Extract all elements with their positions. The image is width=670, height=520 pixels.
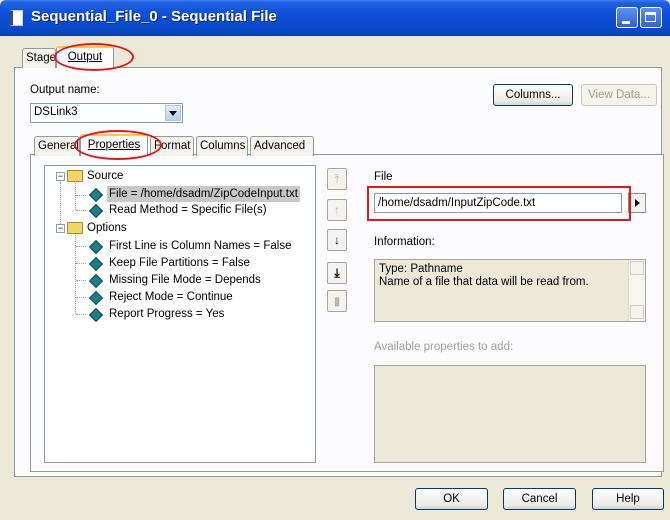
arrow-down-icon: ↓ <box>334 233 340 247</box>
information-box: Type: Pathname Name of a file that data … <box>374 259 646 322</box>
scroll-up-icon[interactable] <box>630 261 644 275</box>
output-name-value: DSLink3 <box>34 106 78 118</box>
tree-item-read-method[interactable]: Read Method = Specific File(s) <box>45 202 315 219</box>
move-top-button[interactable]: ⤒ <box>327 168 347 190</box>
property-icon <box>88 239 104 255</box>
property-icon <box>88 187 104 203</box>
annotation-circle-output-tab <box>54 43 134 71</box>
available-properties-label: Available properties to add: <box>374 341 514 353</box>
folder-icon <box>67 170 83 182</box>
property-icon <box>88 273 104 289</box>
remove-icon: ▮ <box>333 294 341 308</box>
cancel-button[interactable]: Cancel <box>503 488 576 510</box>
tab-columns[interactable]: Columns <box>196 136 248 156</box>
tree-item-report-progress[interactable]: Report Progress = Yes <box>45 306 315 323</box>
remove-property-button[interactable]: ▮ <box>327 290 347 312</box>
output-name-label: Output name: <box>30 84 100 96</box>
file-label: File <box>374 171 393 183</box>
move-up-button[interactable]: ↑ <box>327 199 347 221</box>
help-button[interactable]: Help <box>592 488 664 510</box>
stage-icon <box>9 10 23 26</box>
tree-item-keep-partitions[interactable]: Keep File Partitions = False <box>45 255 315 272</box>
tab-general[interactable]: General <box>34 136 80 156</box>
dialog-window: Sequential_File_0 - Sequential File Stag… <box>0 0 670 520</box>
information-text: Type: Pathname Name of a file that data … <box>379 263 589 288</box>
arrow-up-icon: ↑ <box>334 203 340 217</box>
scroll-down-icon[interactable] <box>630 305 644 319</box>
properties-tree[interactable]: − Source File = /home/dsadm/ZipCodeInput… <box>44 165 316 463</box>
tree-node-options[interactable]: − Options <box>45 220 315 236</box>
tab-stage[interactable]: Stage <box>22 48 56 68</box>
title-bar[interactable]: Sequential_File_0 - Sequential File <box>0 0 670 36</box>
view-data-button[interactable]: View Data... <box>581 84 657 106</box>
information-label: Information: <box>374 236 435 248</box>
tree-item-missing-file-mode[interactable]: Missing File Mode = Depends <box>45 272 315 289</box>
tree-node-source[interactable]: − Source <box>45 168 315 184</box>
information-scrollbar[interactable] <box>628 260 645 321</box>
tree-item-file[interactable]: File = /home/dsadm/ZipCodeInput.txt <box>45 186 315 203</box>
move-bottom-icon: ⤓ <box>334 266 340 280</box>
property-icon <box>88 256 104 272</box>
property-icon <box>88 290 104 306</box>
output-name-select[interactable]: DSLink3 <box>30 103 183 123</box>
chevron-down-icon[interactable] <box>165 105 181 121</box>
folder-icon <box>67 222 83 234</box>
available-properties-list[interactable] <box>374 365 646 463</box>
tab-advanced[interactable]: Advanced <box>250 136 314 156</box>
collapse-icon[interactable]: − <box>56 172 65 181</box>
ok-button[interactable]: OK <box>415 488 488 510</box>
annotation-box-file-path <box>367 186 631 221</box>
collapse-icon[interactable]: − <box>56 224 65 233</box>
annotation-circle-properties-tab <box>74 130 162 160</box>
move-bottom-button[interactable]: ⤓ <box>327 262 347 284</box>
tree-item-first-line[interactable]: First Line is Column Names = False <box>45 238 315 255</box>
columns-button[interactable]: Columns... <box>493 84 573 106</box>
property-icon <box>88 307 104 323</box>
maximize-button[interactable] <box>640 7 662 28</box>
move-down-button[interactable]: ↓ <box>327 229 347 251</box>
window-title: Sequential_File_0 - Sequential File <box>31 8 277 25</box>
property-icon <box>88 203 104 219</box>
tree-item-reject-mode[interactable]: Reject Mode = Continue <box>45 289 315 306</box>
minimize-button[interactable] <box>616 7 638 28</box>
move-top-icon: ⤒ <box>334 172 340 186</box>
